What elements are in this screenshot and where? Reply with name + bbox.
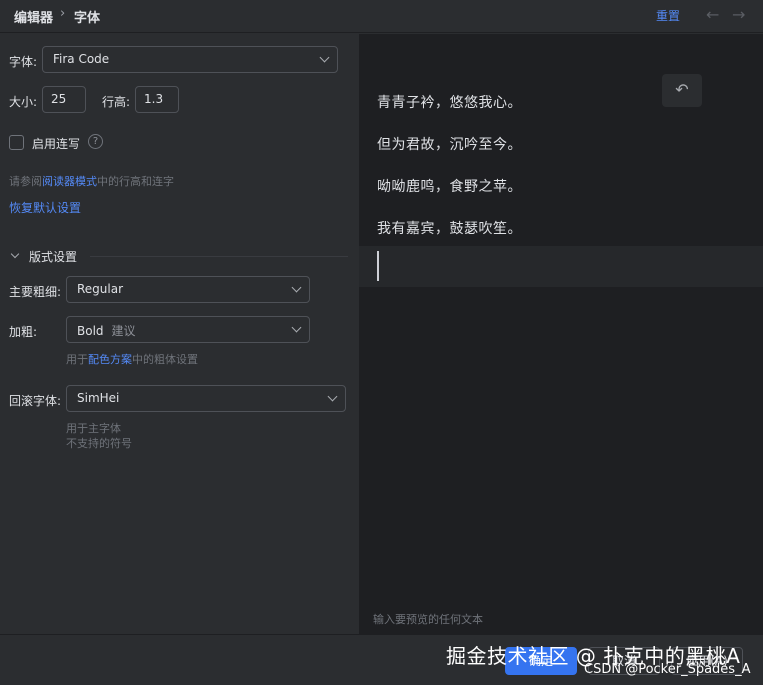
preview-line: 但为君故，沉吟至今。 xyxy=(377,137,522,153)
ligatures-checkbox[interactable] xyxy=(9,135,24,150)
main-weight-value: Regular xyxy=(77,282,124,296)
breadcrumb-parent[interactable]: 编辑器 xyxy=(14,7,53,26)
reader-mode-link[interactable]: 阅读器模式 xyxy=(42,175,97,188)
bold-hint-prefix: 用于 xyxy=(66,353,88,366)
hint-suffix: 中的行高和连字 xyxy=(97,175,174,188)
bold-label: 加粗: xyxy=(9,325,38,339)
preview-line: 呦呦鹿鸣，食野之苹。 xyxy=(377,179,522,195)
fallback-hint-line1: 用于主字体 xyxy=(66,422,121,435)
bold-select[interactable]: Bold 建议 xyxy=(66,316,310,343)
main-weight-select[interactable]: Regular xyxy=(66,276,310,303)
section-divider xyxy=(90,256,348,257)
chevron-down-icon xyxy=(327,391,338,402)
chevron-down-icon[interactable] xyxy=(10,249,20,259)
current-line-highlight[interactable] xyxy=(359,246,763,287)
bold-value: Bold xyxy=(77,324,104,338)
bold-hint-suffix: 中的粗体设置 xyxy=(132,353,198,366)
font-label: 字体: xyxy=(9,55,38,69)
settings-panel: 字体: Fira Code 大小: 25 行高: 1.3 启用连写 ? 请参阅阅… xyxy=(0,34,358,634)
undo-icon[interactable]: ↶ xyxy=(662,74,702,107)
line-height-input-value: 1.3 xyxy=(144,92,164,106)
preview-line: 我有嘉宾，鼓瑟吹笙。 xyxy=(377,221,522,237)
color-scheme-link[interactable]: 配色方案 xyxy=(88,353,132,366)
size-input[interactable]: 25 xyxy=(42,86,86,113)
restore-defaults-link[interactable]: 恢复默认设置 xyxy=(9,199,81,216)
size-label: 大小: xyxy=(9,95,38,109)
line-height-label: 行高: xyxy=(102,95,131,109)
help-icon[interactable]: ? xyxy=(88,134,103,149)
font-select-value: Fira Code xyxy=(53,52,110,66)
top-bar: 编辑器 › 字体 重置 ← → xyxy=(0,0,763,33)
line-height-input[interactable]: 1.3 xyxy=(135,86,179,113)
section-title-typography[interactable]: 版式设置 xyxy=(29,248,77,265)
fallback-font-label: 回滚字体: xyxy=(9,394,62,408)
chevron-down-icon xyxy=(291,322,302,333)
reader-mode-hint: 请参阅阅读器模式中的行高和连字 xyxy=(9,173,174,189)
preview-panel[interactable]: ↶ 青青子衿，悠悠我心。 但为君故，沉吟至今。 呦呦鹿鸣，食野之苹。 我有嘉宾，… xyxy=(359,34,763,634)
breadcrumb-current: 字体 xyxy=(74,11,101,26)
main-weight-label: 主要粗细: xyxy=(9,285,62,299)
arrow-left-icon[interactable]: ← xyxy=(706,5,719,24)
reset-link[interactable]: 重置 xyxy=(656,7,680,24)
preview-placeholder: 输入要预览的任何文本 xyxy=(373,613,483,626)
fallback-font-value: SimHei xyxy=(77,391,120,405)
chevron-down-icon xyxy=(319,52,330,63)
fallback-hint-line2: 不支持的符号 xyxy=(66,437,132,450)
watermark-csdn: CSDN @Pocker_Spades_A xyxy=(584,662,751,677)
arrow-right-icon[interactable]: → xyxy=(732,5,745,24)
font-select[interactable]: Fira Code xyxy=(42,46,338,73)
hint-prefix: 请参阅 xyxy=(9,175,42,188)
ligatures-label: 启用连写 xyxy=(32,137,81,151)
fallback-font-select[interactable]: SimHei xyxy=(66,385,346,412)
breadcrumb-separator: › xyxy=(60,6,66,21)
chevron-down-icon xyxy=(291,282,302,293)
preview-line: 青青子衿，悠悠我心。 xyxy=(377,95,522,111)
text-caret xyxy=(377,251,379,281)
size-input-value: 25 xyxy=(51,92,67,106)
bold-suggest: 建议 xyxy=(111,324,136,338)
bold-hint: 用于配色方案中的粗体设置 xyxy=(66,351,198,367)
